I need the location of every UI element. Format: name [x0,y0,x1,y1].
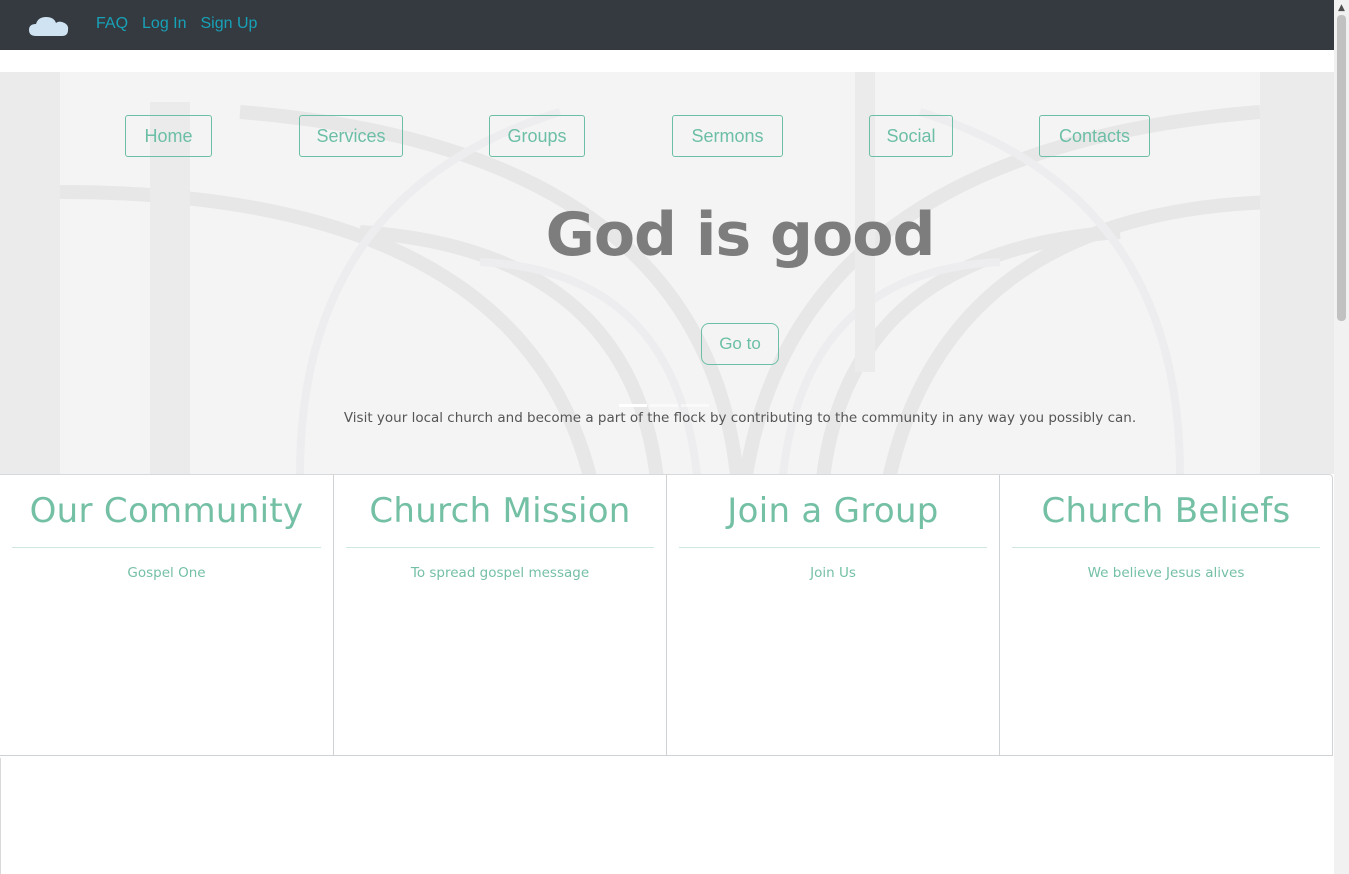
page-edge [0,758,1,874]
hero-nav: Home Services Groups Sermons Social Cont… [0,115,1334,159]
top-navbar: FAQ Log In Sign Up [0,0,1334,50]
info-cards: Our Community Gospel One Church Mission … [0,474,1334,756]
card-title: Join a Group [727,491,939,531]
scroll-up-arrow-icon[interactable]: ▲ [1334,0,1349,15]
card-title: Our Community [29,491,304,531]
faq-link[interactable]: FAQ [96,13,128,35]
card-divider [679,547,987,548]
hero-caption: Visit your local church and become a par… [343,410,1137,426]
carousel-indicator-2[interactable] [650,404,678,407]
services-button[interactable]: Services [299,115,403,157]
scrollbar-thumb[interactable] [1337,15,1346,321]
card-divider [346,547,654,548]
card-title: Church Beliefs [1041,491,1291,531]
sermons-button[interactable]: Sermons [672,115,783,157]
groups-button[interactable]: Groups [489,115,585,157]
contacts-button[interactable]: Contacts [1039,115,1150,157]
hero-title: God is good [545,200,936,270]
card-divider [12,547,321,548]
hero-carousel: Home Services Groups Sermons Social Cont… [0,72,1334,474]
cloud-icon[interactable] [28,14,70,38]
signup-link[interactable]: Sign Up [201,13,258,35]
card-text: To spread gospel message [410,565,590,581]
go-to-button[interactable]: Go to [701,323,779,365]
card-church-beliefs: Church Beliefs We believe Jesus alives [999,474,1333,756]
carousel-indicators [619,404,709,407]
carousel-indicator-1[interactable] [619,404,647,407]
vertical-scrollbar[interactable]: ▲ [1334,0,1349,874]
card-church-mission: Church Mission To spread gospel message [333,474,667,756]
top-links: FAQ Log In Sign Up [96,13,257,35]
home-button[interactable]: Home [125,115,212,157]
card-text: Gospel One [127,565,206,581]
social-button[interactable]: Social [869,115,953,157]
card-our-community: Our Community Gospel One [0,474,334,756]
card-title: Church Mission [369,491,631,531]
card-divider [1012,547,1320,548]
card-text: We believe Jesus alives [1087,565,1245,581]
card-text: Join Us [810,565,856,581]
carousel-indicator-3[interactable] [681,404,709,407]
card-join-a-group: Join a Group Join Us [666,474,1000,756]
login-link[interactable]: Log In [142,13,186,35]
